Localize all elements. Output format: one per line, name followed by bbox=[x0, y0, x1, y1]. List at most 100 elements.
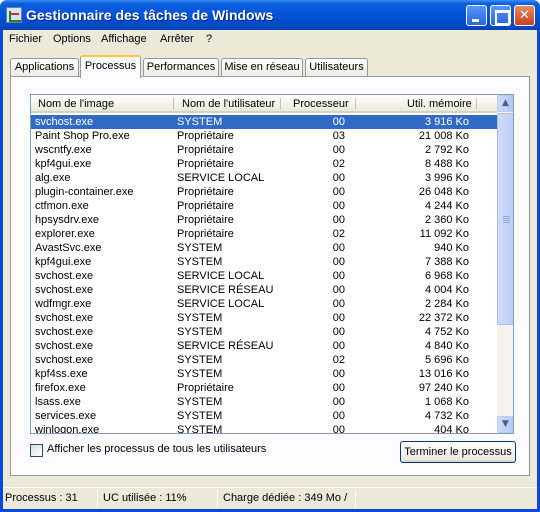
close-button[interactable]: ✕ bbox=[514, 5, 535, 26]
process-row[interactable]: svchost.exe SERVICE RÉSEAU 00 4 840 Ko bbox=[31, 339, 497, 353]
process-row[interactable]: alg.exe SERVICE LOCAL 00 3 996 Ko bbox=[31, 171, 497, 185]
process-memory: 7 388 Ko bbox=[424, 256, 469, 268]
process-user: Propriétaire bbox=[177, 186, 234, 198]
column-separator[interactable] bbox=[173, 98, 174, 110]
status-bar: Processus : 31 UC utilisée : 11% Charge … bbox=[3, 487, 537, 509]
tab-performances[interactable]: Performances bbox=[143, 58, 219, 77]
process-user: SYSTEM bbox=[177, 116, 223, 128]
process-row[interactable]: svchost.exe SYSTEM 00 4 752 Ko bbox=[31, 325, 497, 339]
process-user: Propriétaire bbox=[177, 228, 234, 240]
process-memory: 2 360 Ko bbox=[424, 214, 469, 226]
title-bar[interactable]: Gestionnaire des tâches de Windows ✕ bbox=[0, 0, 540, 30]
process-user: SYSTEM bbox=[177, 242, 223, 254]
process-cpu: 00 bbox=[332, 410, 345, 422]
process-row[interactable]: firefox.exe Propriétaire 00 97 240 Ko bbox=[31, 381, 497, 395]
thumb-grip bbox=[503, 222, 510, 223]
process-row[interactable]: Paint Shop Pro.exe Propriétaire 03 21 008 K… bbox=[31, 129, 497, 143]
show-all-users-checkbox[interactable] bbox=[30, 444, 43, 457]
process-row[interactable]: services.exe SYSTEM 00 4 732 Ko bbox=[31, 409, 497, 423]
process-row[interactable]: kpf4ss.exe SYSTEM 00 13 016 Ko bbox=[31, 367, 497, 381]
window-client: Fichier Options Affichage Arrêter ? Appl… bbox=[3, 30, 537, 509]
taskmgr-icon bbox=[6, 7, 22, 23]
scroll-down-icon: ▼ bbox=[502, 419, 509, 429]
process-row[interactable]: svchost.exe SERVICE RÉSEAU 00 4 004 Ko bbox=[31, 283, 497, 297]
process-user: SERVICE LOCAL bbox=[177, 172, 265, 184]
process-cpu: 00 bbox=[332, 424, 345, 434]
status-separator bbox=[355, 490, 356, 508]
column-memory[interactable]: Util. mémoire bbox=[407, 98, 472, 110]
process-cpu: 00 bbox=[332, 298, 345, 310]
processes-panel: Nom de l'image Nom de l'utilisateur Proc… bbox=[10, 76, 530, 476]
thumb-grip bbox=[503, 218, 510, 219]
column-cpu[interactable]: Processeur bbox=[293, 98, 349, 110]
process-memory: 4 244 Ko bbox=[424, 200, 469, 212]
process-memory: 21 008 Ko bbox=[418, 130, 469, 142]
column-user-name[interactable]: Nom de l'utilisateur bbox=[182, 98, 275, 110]
process-row[interactable]: winlogon.exe SYSTEM 00 404 Ko bbox=[31, 423, 497, 434]
process-user: SERVICE LOCAL bbox=[177, 270, 265, 282]
process-memory: 6 968 Ko bbox=[424, 270, 469, 282]
vertical-scrollbar[interactable]: ▲ ▼ bbox=[497, 95, 513, 433]
process-name: ctfmon.exe bbox=[35, 200, 89, 212]
task-manager-window: Gestionnaire des tâches de Windows ✕ Fic… bbox=[0, 0, 540, 512]
process-memory: 3 916 Ko bbox=[424, 116, 469, 128]
scroll-thumb[interactable] bbox=[497, 113, 513, 325]
menu-help[interactable]: ? bbox=[206, 33, 212, 45]
thumb-grip bbox=[503, 216, 510, 217]
menu-arreter[interactable]: Arrêter bbox=[160, 33, 194, 45]
process-rows: svchost.exe SYSTEM 00 3 916 Ko Paint Shop Pr… bbox=[31, 115, 497, 434]
process-cpu: 00 bbox=[332, 270, 345, 282]
process-row[interactable]: lsass.exe SYSTEM 00 1 068 Ko bbox=[31, 395, 497, 409]
process-list[interactable]: Nom de l'image Nom de l'utilisateur Proc… bbox=[30, 94, 514, 434]
tab-processus[interactable]: Processus bbox=[80, 55, 141, 78]
scroll-up-button[interactable]: ▲ bbox=[497, 95, 513, 112]
status-separator bbox=[217, 490, 218, 508]
process-row[interactable]: wdfmgr.exe SERVICE LOCAL 00 2 284 Ko bbox=[31, 297, 497, 311]
process-row[interactable]: hpsysdrv.exe Propriétaire 00 2 360 Ko bbox=[31, 213, 497, 227]
status-commit-charge: Charge dédiée : 349 Mo / bbox=[223, 492, 348, 504]
process-memory: 26 048 Ko bbox=[418, 186, 469, 198]
process-name: Paint Shop Pro.exe bbox=[35, 130, 130, 142]
process-memory: 4 840 Ko bbox=[424, 340, 469, 352]
process-row[interactable]: svchost.exe SYSTEM 02 5 696 Ko bbox=[31, 353, 497, 367]
end-process-button[interactable]: Terminer le processus bbox=[400, 441, 516, 463]
process-user: SERVICE LOCAL bbox=[177, 298, 265, 310]
process-memory: 2 792 Ko bbox=[424, 144, 469, 156]
process-user: Propriétaire bbox=[177, 144, 234, 156]
tab-applications[interactable]: Applications bbox=[10, 58, 79, 77]
process-row[interactable]: plugin-container.exe Propriétaire 00 26 048… bbox=[31, 185, 497, 199]
show-all-users-label[interactable]: Afficher les processus de tous les utili… bbox=[47, 443, 266, 455]
process-user: SYSTEM bbox=[177, 410, 223, 422]
process-memory: 13 016 Ko bbox=[418, 368, 469, 380]
process-row[interactable]: wscntfy.exe Propriétaire 00 2 792 Ko bbox=[31, 143, 497, 157]
tab-mise-en-reseau[interactable]: Mise en réseau bbox=[221, 58, 303, 77]
column-separator[interactable] bbox=[280, 98, 281, 110]
menu-options[interactable]: Options bbox=[53, 33, 91, 45]
process-row[interactable]: kpf4gui.exe Propriétaire 02 8 488 Ko bbox=[31, 157, 497, 171]
process-row[interactable]: ctfmon.exe Propriétaire 00 4 244 Ko bbox=[31, 199, 497, 213]
process-cpu: 00 bbox=[332, 144, 345, 156]
menu-fichier[interactable]: Fichier bbox=[9, 33, 42, 45]
process-name: svchost.exe bbox=[35, 284, 94, 296]
process-row[interactable]: AvastSvc.exe SYSTEM 00 940 Ko bbox=[31, 241, 497, 255]
process-row[interactable]: svchost.exe SYSTEM 00 3 916 Ko bbox=[31, 115, 497, 129]
column-separator[interactable] bbox=[476, 98, 477, 110]
process-name: winlogon.exe bbox=[35, 424, 100, 434]
minimize-button[interactable] bbox=[466, 5, 487, 26]
process-memory: 11 092 Ko bbox=[419, 228, 469, 240]
process-user: SYSTEM bbox=[177, 396, 223, 408]
process-row[interactable]: explorer.exe Propriétaire 02 11 092 Ko bbox=[31, 227, 497, 241]
column-separator[interactable] bbox=[355, 98, 356, 110]
scroll-down-button[interactable]: ▼ bbox=[497, 416, 513, 433]
process-row[interactable]: kpf4gui.exe SYSTEM 00 7 388 Ko bbox=[31, 255, 497, 269]
process-row[interactable]: svchost.exe SYSTEM 00 22 372 Ko bbox=[31, 311, 497, 325]
tab-utilisateurs[interactable]: Utilisateurs bbox=[305, 58, 368, 77]
process-memory: 5 696 Ko bbox=[424, 354, 469, 366]
process-memory: 4 732 Ko bbox=[424, 410, 469, 422]
process-row[interactable]: svchost.exe SERVICE LOCAL 00 6 968 Ko bbox=[31, 269, 497, 283]
maximize-button[interactable] bbox=[490, 5, 511, 26]
process-name: svchost.exe bbox=[35, 326, 94, 338]
column-image-name[interactable]: Nom de l'image bbox=[38, 98, 114, 110]
process-cpu: 00 bbox=[332, 340, 345, 352]
menu-affichage[interactable]: Affichage bbox=[101, 33, 147, 45]
